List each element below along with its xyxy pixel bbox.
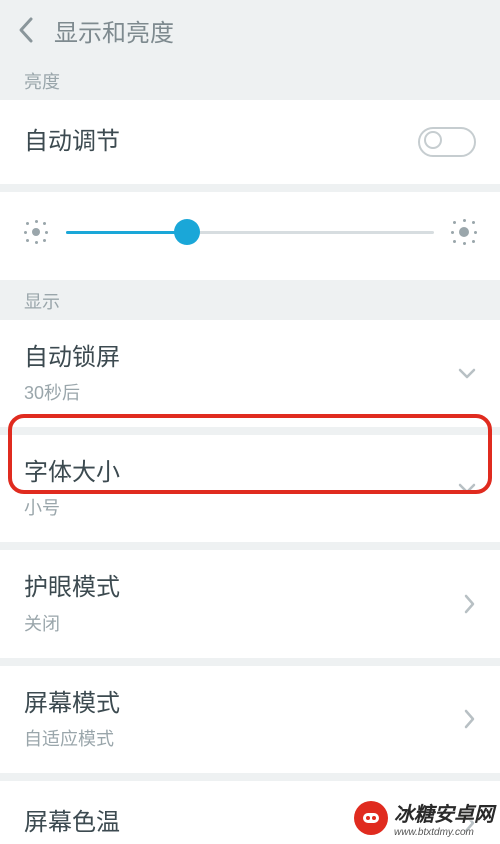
font-size-title: 字体大小 <box>24 457 476 488</box>
chevron-down-icon <box>458 368 476 380</box>
watermark-url: www.btxtdmy.com <box>394 827 494 838</box>
watermark-text: 冰糖安卓网 <box>394 798 494 827</box>
back-icon[interactable] <box>10 14 42 46</box>
watermark: 冰糖安卓网 www.btxtdmy.com <box>354 798 494 838</box>
section-display-label: 显示 <box>0 280 500 320</box>
chevron-right-icon <box>464 594 476 614</box>
eye-comfort-title: 护眼模式 <box>24 572 476 603</box>
font-size-row[interactable]: 字体大小 小号 <box>0 435 500 542</box>
eye-comfort-value: 关闭 <box>24 610 476 636</box>
brightness-slider[interactable] <box>66 231 434 234</box>
brightness-slider-row <box>0 192 500 280</box>
screen-mode-value: 自适应模式 <box>24 725 476 751</box>
auto-lock-title: 自动锁屏 <box>24 342 476 373</box>
brightness-low-icon <box>26 222 46 242</box>
screen-mode-row[interactable]: 屏幕模式 自适应模式 <box>0 666 500 773</box>
brightness-slider-thumb[interactable] <box>174 219 200 245</box>
header-bar: 显示和亮度 <box>0 0 500 60</box>
eye-comfort-row[interactable]: 护眼模式 关闭 <box>0 550 500 657</box>
section-brightness-label: 亮度 <box>0 60 500 100</box>
watermark-logo-icon <box>354 801 388 835</box>
auto-brightness-row[interactable]: 自动调节 <box>0 100 500 184</box>
auto-lock-row[interactable]: 自动锁屏 30秒后 <box>0 320 500 427</box>
page-title: 显示和亮度 <box>54 13 174 48</box>
auto-brightness-label: 自动调节 <box>24 126 476 157</box>
chevron-down-icon <box>458 483 476 495</box>
screen-mode-title: 屏幕模式 <box>24 688 476 719</box>
font-size-value: 小号 <box>24 494 476 520</box>
auto-lock-value: 30秒后 <box>24 379 476 405</box>
chevron-right-icon <box>464 709 476 729</box>
auto-brightness-toggle[interactable] <box>418 127 476 157</box>
brightness-high-icon <box>454 222 474 242</box>
